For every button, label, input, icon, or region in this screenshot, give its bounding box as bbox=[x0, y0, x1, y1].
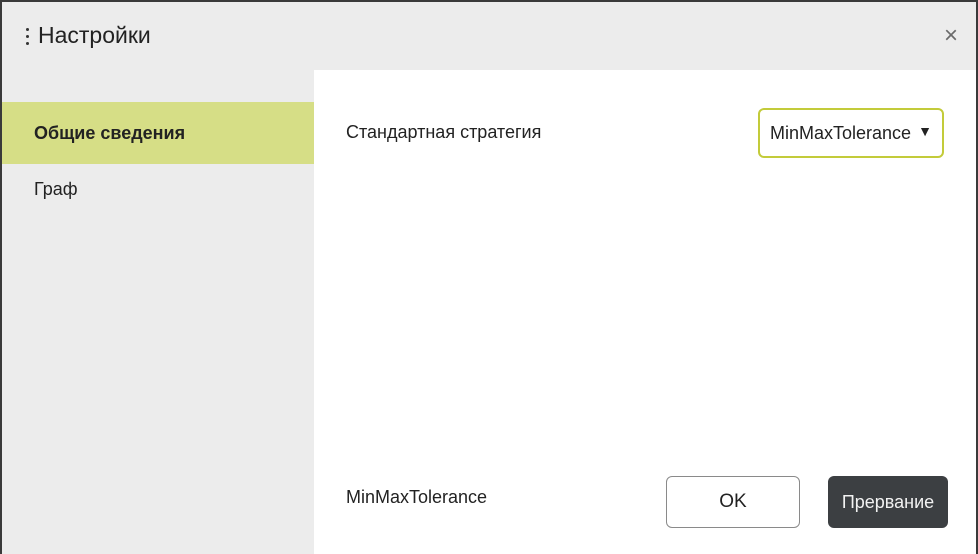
drag-handle-icon[interactable] bbox=[26, 28, 30, 46]
dialog-titlebar[interactable]: Настройки × bbox=[2, 2, 976, 70]
strategy-label: Стандартная стратегия bbox=[346, 122, 542, 142]
strategy-select[interactable]: MinMaxTolerance ▼ bbox=[758, 108, 944, 158]
dialog-title: Настройки bbox=[38, 22, 151, 48]
sidebar-item-graph[interactable]: Граф bbox=[2, 164, 314, 214]
close-icon[interactable]: × bbox=[940, 24, 962, 48]
sidebar: Общие сведения Граф bbox=[2, 70, 314, 554]
settings-content: Стандартная стратегия MinMaxTolerance ▼ … bbox=[314, 70, 976, 554]
chevron-down-icon: ▼ bbox=[918, 123, 932, 139]
ok-button[interactable]: OK bbox=[666, 476, 800, 528]
sidebar-item-general[interactable]: Общие сведения bbox=[2, 102, 314, 164]
strategy-select-value: MinMaxTolerance bbox=[770, 123, 912, 143]
settings-dialog: Настройки × Общие сведения Граф Стандарт… bbox=[0, 0, 978, 554]
current-strategy-text: MinMaxTolerance bbox=[346, 487, 488, 507]
cancel-button[interactable]: Прервание bbox=[828, 476, 948, 528]
